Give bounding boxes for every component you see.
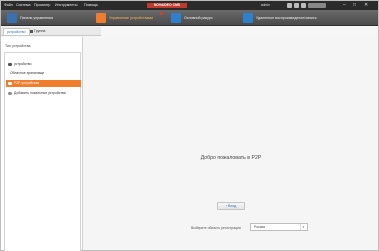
sidebar-item-label: устройство [14,62,32,66]
control-panel-icon [7,13,17,23]
region-label: Выберите область регистрации [191,226,241,230]
sidebar-header: Тип устройства [5,44,31,48]
enter-button[interactable]: ‹ Вход [217,202,245,210]
app-logo: NOVAIDEO CMS [147,3,187,8]
tab-remote-playback[interactable]: Удаленное воспроизведение/запись [243,13,363,23]
sidebar-item-cloud-storage[interactable]: Облачное хранилище [6,70,81,77]
tab-label: Панель управления [20,16,54,20]
gear-icon[interactable] [294,3,299,8]
tab-device[interactable]: устройство [3,28,30,35]
menu-tools[interactable]: Инструменты [55,3,77,8]
notification-badge [160,12,163,15]
clock-display [308,3,326,8]
add-icon [8,92,12,95]
tab-main-view[interactable]: Основной ракурс [171,13,231,23]
p2p-icon [8,82,12,85]
maximize-icon[interactable]: □ [353,2,356,9]
tab-label: Управление устройствами [109,16,153,20]
sidebar-item-p2p-devices[interactable]: P2P-устройства [6,80,81,87]
sidebar-item-label: Добавить локальные устройства [14,91,66,95]
p2p-panel: Добро пожаловать в P2P ‹ Вход Выберите о… [84,37,378,250]
user-status: admin [260,3,270,7]
tab-label: Удаленное воспроизведение/запись [256,16,317,20]
region-select[interactable]: Россия ▾ [250,223,308,231]
lock-icon[interactable] [287,3,292,8]
device-type-list: устройство Облачное хранилище P2P-устрой… [4,52,81,251]
chevron-down-icon: ▾ [300,224,306,230]
playback-icon [243,13,253,23]
sidebar-item-add-local-devices[interactable]: Добавить локальные устройства [6,90,81,97]
menu-system[interactable]: Система [16,3,30,8]
sidebar-item-label: Облачное хранилище [10,71,45,75]
device-icon [96,13,106,23]
menu-view[interactable]: Просмотр [34,3,50,8]
region-value: Россия [254,225,266,229]
sub-tabs: устройство Группа [1,27,101,36]
group-label: Группа [34,29,46,33]
monitor-icon [171,13,181,23]
menu-help[interactable]: Помощь [84,3,98,8]
close-icon[interactable]: ✕ [364,2,368,9]
sidebar-item-label: P2P-устройства [14,81,40,85]
enter-button-label: ‹ Вход [225,204,237,208]
tab-device-management[interactable]: Управление устройствами [96,13,166,23]
device-icon [8,63,12,66]
welcome-title: Добро пожаловать в P2P [200,155,262,161]
group-icon [30,30,33,33]
tab-control-panel[interactable]: Панель управления [7,13,77,23]
user-icon[interactable] [301,3,306,8]
app-window: Файл Система Просмотр Инструменты Помощь… [0,0,379,251]
sidebar-item-devices[interactable]: устройство [6,61,81,68]
device-type-sidebar: Тип устройства устройство Облачное храни… [1,37,83,251]
minimize-icon[interactable]: ‒ [343,2,346,9]
tab-label: Основной ракурс [184,16,213,20]
menu-bar: Файл Система Просмотр Инструменты Помощь… [1,1,378,10]
menu-file[interactable]: Файл [4,3,13,8]
tool-tabs: Панель управления Управление устройствам… [1,10,378,26]
